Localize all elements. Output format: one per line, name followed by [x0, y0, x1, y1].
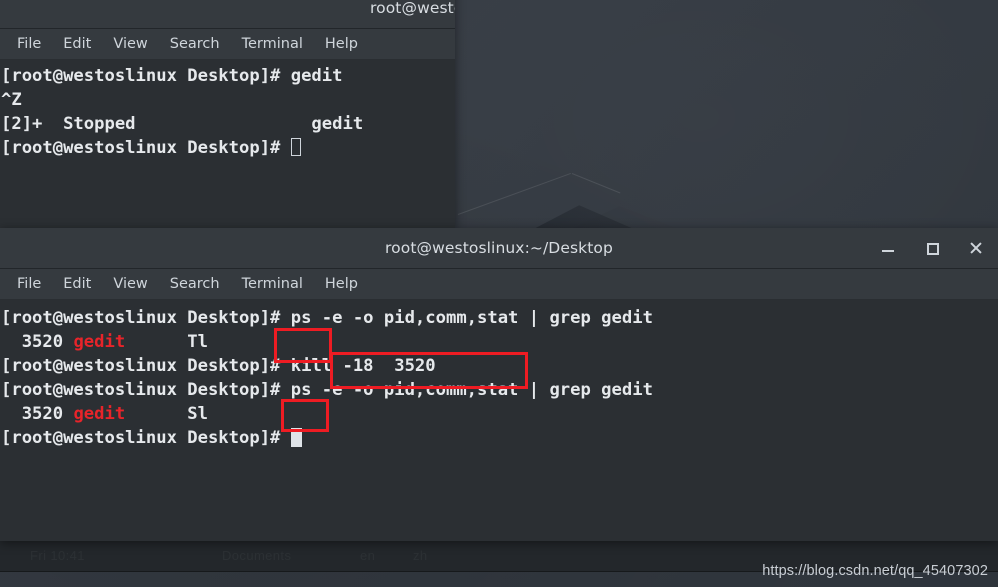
- terminal-line: ^Z: [0, 88, 455, 112]
- process-name: gedit: [73, 332, 126, 352]
- window-title-background: root@westoslinux:~/Desktop: [370, 0, 455, 17]
- process-pid: 3520: [1, 332, 74, 352]
- process-pid: 3520: [1, 404, 74, 424]
- menu-item-terminal[interactable]: Terminal: [231, 33, 314, 55]
- menu-item-edit[interactable]: Edit: [52, 33, 102, 55]
- shell-input-source-en: en: [360, 548, 376, 563]
- menu-item-file[interactable]: File: [6, 273, 52, 295]
- terminal-line: [root@westoslinux Desktop]# gedit: [0, 64, 455, 88]
- process-stat-before: Tl: [187, 332, 208, 352]
- terminal-command: kill -18 3520: [290, 356, 436, 376]
- process-name: gedit: [73, 404, 126, 424]
- terminal-line: [root@westoslinux Desktop]# kill -18 352…: [0, 354, 998, 378]
- spacer: [125, 404, 187, 424]
- window-title-focused: root@westoslinux:~/Desktop: [385, 239, 613, 257]
- terminal-cursor-inactive: [290, 138, 301, 156]
- menu-item-search[interactable]: Search: [159, 273, 231, 295]
- shell-app-label: Documents: [222, 548, 292, 563]
- menu-item-terminal[interactable]: Terminal: [231, 273, 314, 295]
- terminal-line: 3520 gedit Tl: [0, 330, 998, 354]
- terminal-line-text: ^Z: [1, 90, 22, 110]
- spacer: [125, 332, 187, 352]
- menu-item-search[interactable]: Search: [159, 33, 231, 55]
- menubar-focused-window[interactable]: File Edit View Search Terminal Help: [0, 269, 998, 300]
- window-controls: [880, 228, 984, 268]
- titlebar-focused-window[interactable]: root@westoslinux:~/Desktop: [0, 228, 998, 269]
- terminal-prompt: [root@westoslinux Desktop]#: [1, 308, 291, 328]
- terminal-line-text: [2]+ Stopped gedit: [1, 114, 364, 134]
- watermark: https://blog.csdn.net/qq_45407302: [762, 563, 988, 579]
- titlebar-background-window[interactable]: root@westoslinux:~/Desktop: [0, 0, 455, 29]
- terminal-line: [root@westoslinux Desktop]# ps -e -o pid…: [0, 378, 998, 402]
- minimize-icon[interactable]: [880, 240, 896, 256]
- terminal-prompt: [root@westoslinux Desktop]#: [1, 380, 291, 400]
- terminal-line-text: [root@westoslinux Desktop]#: [1, 138, 291, 158]
- menu-item-help[interactable]: Help: [314, 33, 369, 55]
- shell-input-source-zh: zh: [413, 548, 428, 563]
- terminal-output-focused[interactable]: [root@westoslinux Desktop]# ps -e -o pid…: [0, 300, 998, 541]
- terminal-prompt: [root@westoslinux Desktop]#: [1, 428, 291, 448]
- menu-item-view[interactable]: View: [102, 273, 158, 295]
- terminal-output-background[interactable]: [root@westoslinux Desktop]# gedit ^Z [2]…: [0, 60, 455, 228]
- terminal-line-text: [root@westoslinux Desktop]# gedit: [1, 66, 343, 86]
- process-stat-after: Sl: [187, 404, 208, 424]
- terminal-line: [root@westoslinux Desktop]#: [0, 136, 455, 160]
- terminal-line: [2]+ Stopped gedit: [0, 112, 455, 136]
- terminal-command: ps -e -o pid,comm,stat | grep gedit: [290, 380, 653, 400]
- menu-item-help[interactable]: Help: [314, 273, 369, 295]
- menu-item-view[interactable]: View: [102, 33, 158, 55]
- menu-item-edit[interactable]: Edit: [52, 273, 102, 295]
- menubar-background-window[interactable]: File Edit View Search Terminal Help: [0, 29, 455, 60]
- terminal-command: ps -e -o pid,comm,stat | grep gedit: [290, 308, 653, 328]
- terminal-window-background[interactable]: root@westoslinux:~/Desktop File Edit Vie…: [0, 0, 455, 228]
- terminal-window-focused[interactable]: root@westoslinux:~/Desktop File Edit Vie…: [0, 228, 998, 541]
- close-icon[interactable]: [968, 240, 984, 256]
- shell-clock: Fri 10:41: [30, 548, 85, 563]
- terminal-line: 3520 gedit Sl: [0, 402, 998, 426]
- menu-item-file[interactable]: File: [6, 33, 52, 55]
- terminal-line: [root@westoslinux Desktop]# ps -e -o pid…: [0, 306, 998, 330]
- terminal-cursor-active: [290, 428, 302, 447]
- terminal-prompt: [root@westoslinux Desktop]#: [1, 356, 291, 376]
- terminal-line: [root@westoslinux Desktop]#: [0, 426, 998, 450]
- maximize-icon[interactable]: [924, 240, 940, 256]
